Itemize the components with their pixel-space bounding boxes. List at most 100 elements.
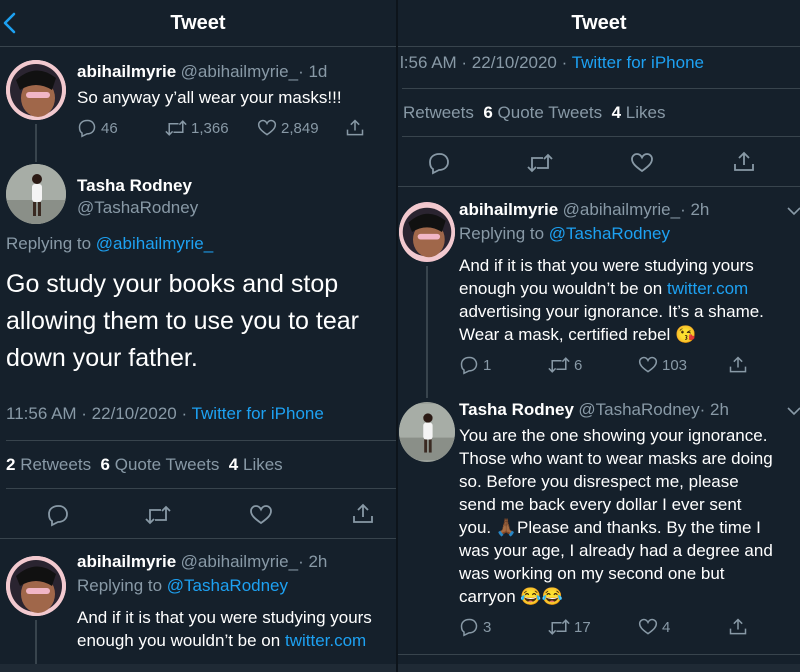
retweet-icon bbox=[548, 617, 570, 637]
link[interactable]: twitter.com bbox=[667, 279, 748, 298]
author-handle[interactable]: @abihailmyrie_ bbox=[563, 200, 680, 219]
retweet-icon[interactable] bbox=[145, 504, 171, 526]
tweet-header: abihailmyrie @abihailmyrie_· 2h bbox=[459, 200, 709, 220]
tweet-time: · 2h bbox=[298, 552, 328, 571]
retweet-icon bbox=[548, 355, 570, 375]
divider bbox=[398, 186, 800, 187]
avatar[interactable] bbox=[6, 164, 66, 224]
reply-count: 3 bbox=[483, 618, 492, 636]
tweet-text: You are the one showing your ignorance. … bbox=[459, 424, 773, 608]
reply-icon[interactable] bbox=[427, 151, 451, 175]
retweet-count: 17 bbox=[574, 618, 591, 636]
divider bbox=[0, 538, 396, 539]
bottom-bar bbox=[398, 664, 800, 672]
share-icon[interactable] bbox=[351, 502, 375, 526]
reply-action[interactable]: 1 bbox=[459, 355, 491, 375]
likes-stat[interactable]: 4 Likes bbox=[229, 455, 283, 474]
likes-stat[interactable]: 4 Likes bbox=[612, 103, 666, 122]
tweet-text-line: You are the one showing your ignorance. bbox=[459, 426, 768, 445]
retweet-action[interactable]: 1,366 bbox=[165, 118, 229, 138]
tweet-text-line: you. 🙏🏾Please and thanks. By the time I bbox=[459, 518, 761, 537]
retweet-action[interactable]: 6 bbox=[548, 355, 582, 375]
author-name[interactable]: Tasha Rodney bbox=[459, 400, 574, 419]
quotes-stat[interactable]: 6 Quote Tweets bbox=[101, 455, 220, 474]
author-name[interactable]: Tasha Rodney bbox=[77, 176, 192, 196]
retweets-stat[interactable]: 2 Retweets bbox=[6, 455, 91, 474]
like-action[interactable]: 103 bbox=[638, 355, 687, 375]
emoji: 😂😂 bbox=[520, 587, 563, 606]
avatar[interactable] bbox=[6, 60, 66, 120]
retweets-stat[interactable]: Retweets bbox=[403, 103, 474, 122]
like-icon[interactable] bbox=[249, 503, 273, 527]
replying-handle[interactable]: @TashaRodney bbox=[549, 224, 670, 243]
header-title: Tweet bbox=[170, 12, 226, 34]
share-action[interactable] bbox=[728, 355, 748, 375]
quotes-stat[interactable]: 6 Quote Tweets bbox=[483, 103, 602, 122]
reply-icon bbox=[459, 617, 479, 637]
emoji: 😘 bbox=[675, 325, 697, 344]
replying-handle[interactable]: @TashaRodney bbox=[167, 576, 288, 595]
author-name[interactable]: abihailmyrie bbox=[459, 200, 558, 219]
engagement-stats: Retweets 6 Quote Tweets 4 Likes bbox=[403, 103, 665, 123]
share-icon bbox=[728, 355, 748, 375]
avatar[interactable] bbox=[6, 556, 66, 616]
link[interactable]: twitter.com bbox=[285, 631, 366, 650]
like-action[interactable]: 2,849 bbox=[257, 118, 319, 138]
tweet-time: · 2h bbox=[680, 200, 710, 219]
replying-handle[interactable]: @abihailmyrie_ bbox=[96, 234, 213, 253]
emoji: 🙏🏾 bbox=[495, 518, 518, 537]
tweet-time: · 2h bbox=[699, 400, 729, 419]
reply-icon bbox=[459, 355, 479, 375]
author-handle[interactable]: @abihailmyrie_ bbox=[181, 62, 298, 81]
replying-to: Replying to @abihailmyrie_ bbox=[6, 234, 213, 254]
chevron-down-icon[interactable] bbox=[787, 206, 800, 216]
tweet-text: And if it is that you were studying your… bbox=[459, 254, 764, 346]
retweet-icon[interactable] bbox=[527, 152, 553, 174]
like-icon bbox=[638, 355, 658, 375]
right-screenshot: Tweet l:56 AM · 22/10/2020 · Twitter for… bbox=[398, 0, 800, 672]
reply-icon[interactable] bbox=[46, 503, 70, 527]
tweet-timestamp: 11:56 AM · 22/10/2020 · Twitter for iPho… bbox=[6, 404, 324, 424]
source-link[interactable]: Twitter for iPhone bbox=[572, 53, 704, 72]
tweet-text-line: And if it is that you were studying your… bbox=[459, 256, 754, 275]
author-name[interactable]: abihailmyrie bbox=[77, 552, 176, 571]
like-count: 2,849 bbox=[281, 119, 319, 137]
tweet-time: · 1d bbox=[298, 62, 328, 81]
avatar[interactable] bbox=[399, 402, 455, 462]
divider bbox=[398, 654, 800, 655]
header: Tweet bbox=[0, 0, 396, 47]
like-action[interactable]: 4 bbox=[638, 617, 670, 637]
divider bbox=[6, 488, 396, 489]
tweet-text: So anyway y’all wear your masks!!! bbox=[77, 88, 342, 107]
avatar[interactable] bbox=[399, 202, 455, 262]
author-name[interactable]: abihailmyrie bbox=[77, 62, 176, 81]
tweet-text-line: so. Before you disrespect me, please bbox=[459, 472, 739, 491]
reply-action[interactable]: 46 bbox=[77, 118, 118, 138]
timestamp-text: 11:56 AM · 22/10/2020 · bbox=[6, 404, 188, 423]
tweet-timestamp: l:56 AM · 22/10/2020 · Twitter for iPhon… bbox=[400, 53, 704, 73]
author-handle[interactable]: @TashaRodney bbox=[578, 400, 699, 419]
tweet-text-line: carryon 😂😂 bbox=[459, 587, 563, 606]
tweet-text-line: enough you wouldn’t be on twitter.com bbox=[459, 279, 749, 298]
reply-action[interactable]: 3 bbox=[459, 617, 491, 637]
main-tweet-text: Go study your books and stop allowing th… bbox=[6, 266, 359, 377]
like-icon[interactable] bbox=[630, 151, 654, 175]
tweet-text-line: And if it is that you were studying your… bbox=[77, 608, 372, 627]
retweet-action[interactable]: 17 bbox=[548, 617, 591, 637]
tweet-text-line: send me back every dollar I ever sent bbox=[459, 495, 742, 514]
share-action[interactable] bbox=[728, 617, 748, 637]
divider bbox=[402, 136, 800, 137]
timestamp-text: l:56 AM · 22/10/2020 · bbox=[400, 53, 568, 72]
replying-to: Replying to @TashaRodney bbox=[459, 224, 670, 244]
chevron-down-icon[interactable] bbox=[787, 406, 800, 416]
header-title: Tweet bbox=[571, 12, 627, 34]
replying-prefix: Replying to bbox=[459, 224, 545, 243]
share-action[interactable] bbox=[345, 118, 365, 138]
replying-prefix: Replying to bbox=[77, 576, 163, 595]
divider bbox=[6, 440, 396, 441]
author-handle[interactable]: @abihailmyrie_ bbox=[181, 552, 298, 571]
tweet-text-line: was working on my second one but bbox=[459, 564, 725, 583]
source-link[interactable]: Twitter for iPhone bbox=[192, 404, 324, 423]
share-icon[interactable] bbox=[732, 150, 756, 174]
author-handle[interactable]: @TashaRodney bbox=[77, 198, 198, 218]
